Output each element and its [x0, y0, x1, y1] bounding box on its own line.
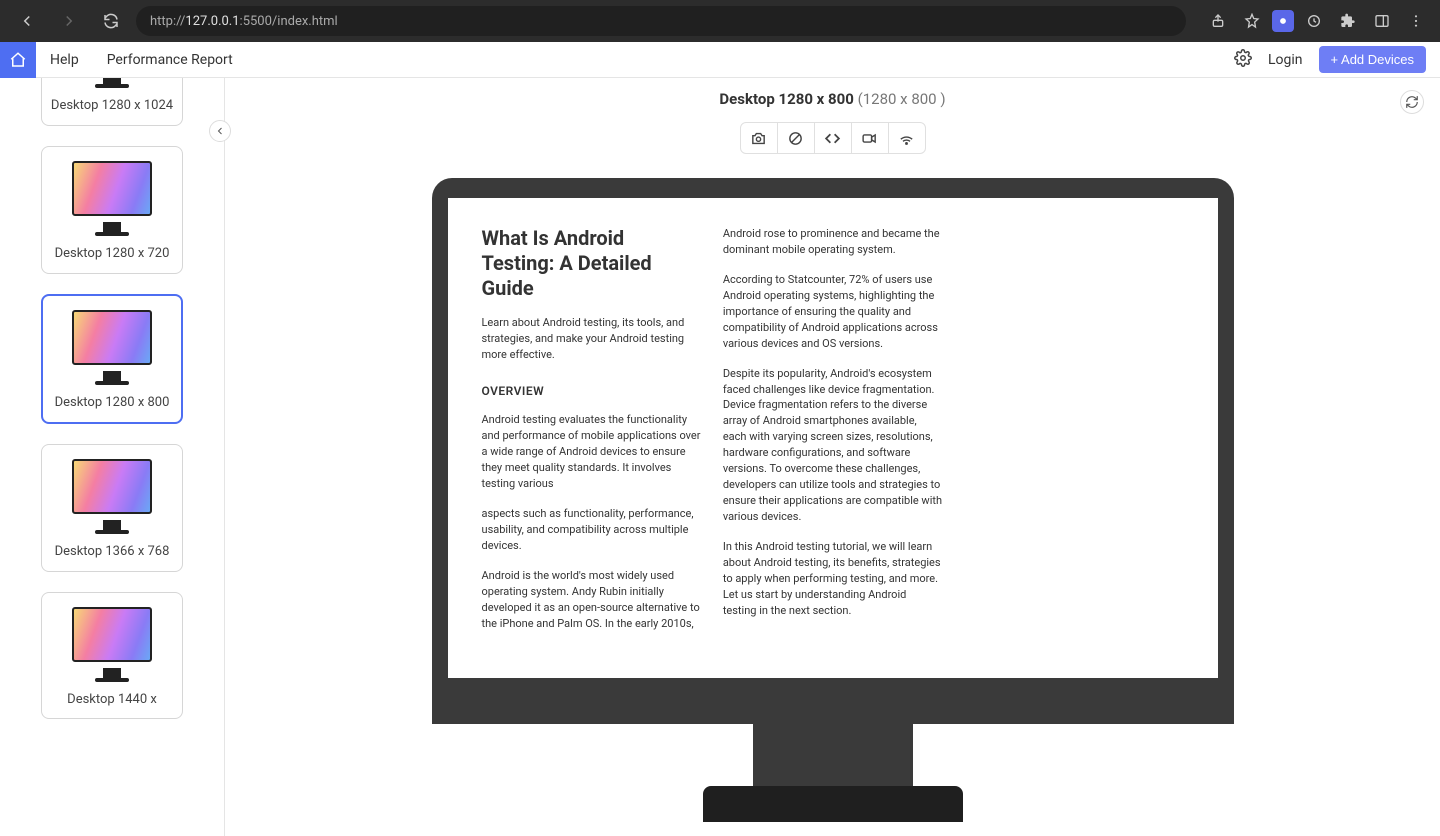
- menu-dots-icon[interactable]: [1402, 7, 1430, 35]
- star-icon[interactable]: [1238, 7, 1266, 35]
- device-card-1280x720[interactable]: Desktop 1280 x 720: [41, 146, 183, 274]
- article-paragraph: According to Statcounter, 72% of users u…: [723, 272, 942, 352]
- device-label: Desktop 1366 x 768: [48, 544, 176, 561]
- panel-icon[interactable]: [1368, 7, 1396, 35]
- article-paragraph: aspects such as functionality, performan…: [482, 506, 701, 554]
- app-topbar: Help Performance Report Login + Add Devi…: [0, 42, 1440, 78]
- overview-heading: OVERVIEW: [482, 383, 701, 400]
- record-button[interactable]: [852, 123, 889, 153]
- collapse-sidebar-button[interactable]: [209, 120, 231, 142]
- device-mockup: What Is Android Testing: A Detailed Guid…: [432, 178, 1234, 822]
- help-link[interactable]: Help: [36, 52, 93, 68]
- settings-button[interactable]: [1234, 49, 1252, 71]
- back-button[interactable]: [10, 4, 44, 38]
- home-button[interactable]: [0, 42, 36, 78]
- reload-button[interactable]: [94, 4, 128, 38]
- article-lead: Learn about Android testing, its tools, …: [482, 315, 701, 363]
- extensions-puzzle-icon[interactable]: [1334, 7, 1362, 35]
- extension-icon[interactable]: [1272, 10, 1294, 32]
- device-card-1280x800[interactable]: Desktop 1280 x 800: [41, 294, 183, 424]
- rotate-button[interactable]: [778, 123, 815, 153]
- devtools-button[interactable]: [815, 123, 852, 153]
- browser-chrome: http://127.0.0.1:5500/index.html: [0, 0, 1440, 42]
- url-path: :5500/index.html: [240, 14, 338, 29]
- device-label: Desktop 1440 x: [48, 692, 176, 709]
- url-prefix: http://: [150, 14, 185, 29]
- preview-screen[interactable]: What Is Android Testing: A Detailed Guid…: [448, 198, 1218, 678]
- article-paragraph: Android testing evaluates the functional…: [482, 412, 701, 492]
- refresh-preview-button[interactable]: [1400, 90, 1424, 114]
- url-bar[interactable]: http://127.0.0.1:5500/index.html: [136, 6, 1186, 36]
- viewport-title: Desktop 1280 x 800: [719, 90, 853, 108]
- url-host: 127.0.0.1: [185, 14, 239, 29]
- network-button[interactable]: [889, 123, 925, 153]
- device-card-1366x768[interactable]: Desktop 1366 x 768: [41, 444, 183, 572]
- viewport-dims: (1280 x 800 ): [858, 90, 946, 108]
- article-title: What Is Android Testing: A Detailed Guid…: [482, 226, 701, 301]
- device-sidebar: Desktop 1280 x 1024 Desktop 1280 x 720 D…: [0, 78, 225, 836]
- article-paragraph: Despite its popularity, Android's ecosys…: [723, 366, 942, 525]
- chrome-actions: [1204, 7, 1430, 35]
- device-label: Desktop 1280 x 800: [49, 395, 175, 412]
- device-label: Desktop 1280 x 720: [48, 246, 176, 263]
- device-card-1280x1024[interactable]: Desktop 1280 x 1024: [41, 78, 183, 126]
- add-devices-button[interactable]: + Add Devices: [1319, 46, 1426, 73]
- forward-button[interactable]: [52, 4, 86, 38]
- share-icon[interactable]: [1204, 7, 1232, 35]
- device-card-1440x[interactable]: Desktop 1440 x: [41, 592, 183, 720]
- viewport-header: Desktop 1280 x 800 (1280 x 800 ): [225, 90, 1440, 108]
- login-link[interactable]: Login: [1268, 52, 1303, 68]
- preview-toolbar: [740, 122, 926, 154]
- device-label: Desktop 1280 x 1024: [48, 98, 176, 115]
- screenshot-button[interactable]: [741, 123, 778, 153]
- performance-report-link[interactable]: Performance Report: [93, 52, 247, 68]
- viewport-panel: Desktop 1280 x 800 (1280 x 800 ) What Is…: [225, 78, 1440, 836]
- extension2-icon[interactable]: [1300, 7, 1328, 35]
- article-paragraph: In this Android testing tutorial, we wil…: [723, 539, 942, 619]
